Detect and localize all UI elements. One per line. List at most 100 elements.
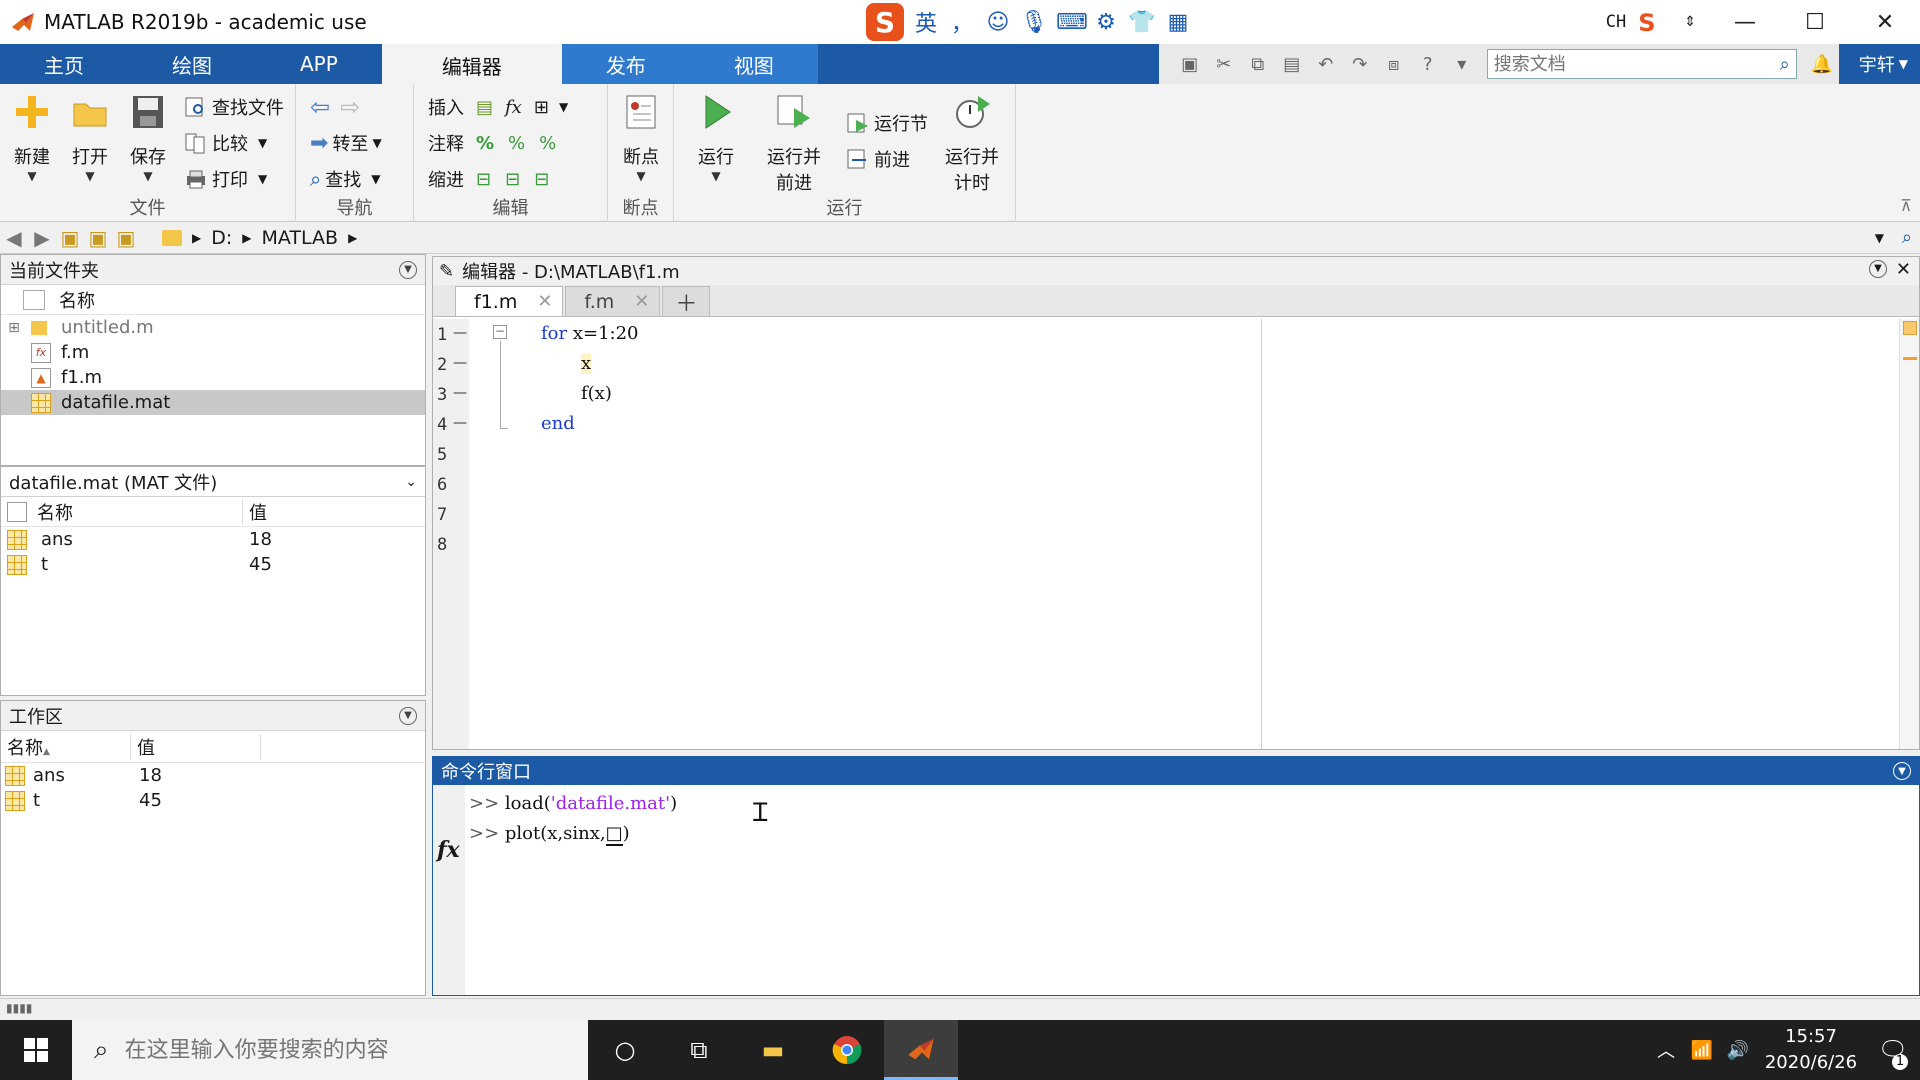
taskbar-search-input[interactable]: [124, 1037, 545, 1063]
redo-icon[interactable]: ↷: [1343, 49, 1377, 79]
quick-save-icon[interactable]: ▣: [1173, 49, 1207, 79]
workspace-var-row[interactable]: ans 18: [1, 763, 425, 788]
file-row-f[interactable]: fx f.m: [1, 340, 425, 365]
run-section-button[interactable]: 运行节: [846, 108, 928, 138]
column-header-name[interactable]: 名称: [37, 498, 243, 525]
forward-arrow-icon[interactable]: ⇨: [340, 93, 360, 121]
column-header-name[interactable]: 名称: [59, 287, 95, 313]
find-files-button[interactable]: 查找文件: [184, 92, 284, 122]
tab-apps[interactable]: APP: [256, 44, 382, 84]
close-button[interactable]: ✕: [1850, 0, 1920, 44]
indent-label[interactable]: 缩进: [428, 166, 464, 192]
maximize-button[interactable]: ☐: [1780, 0, 1850, 44]
ime-lang-toggle[interactable]: 英: [912, 6, 940, 38]
find-button[interactable]: ⌕ 查找 ▼: [310, 164, 380, 194]
cortana-icon[interactable]: ○: [588, 1020, 662, 1080]
user-account-menu[interactable]: 宇轩 ▼: [1838, 44, 1920, 84]
browse-folder-icon[interactable]: ▣: [84, 226, 112, 250]
command-input-line[interactable]: >> plot(x,sinx,□): [469, 823, 630, 846]
tab-close-icon[interactable]: ✕: [634, 291, 649, 312]
ime-punct-toggle[interactable]: ，: [948, 6, 976, 38]
insert-section-icon[interactable]: ▤: [476, 97, 493, 118]
column-header-value[interactable]: 值: [131, 733, 261, 760]
file-explorer-icon[interactable]: ▬: [736, 1020, 810, 1080]
breadcrumb-folder[interactable]: MATLAB: [262, 227, 339, 249]
back-arrow-icon[interactable]: ⇦: [310, 93, 330, 121]
skin-shirt-icon[interactable]: 👕: [1128, 10, 1156, 35]
switch-windows-icon[interactable]: ⧈: [1377, 49, 1411, 79]
fx-icon[interactable]: fx: [505, 97, 522, 118]
search-folder-icon[interactable]: ▣: [112, 226, 140, 250]
editor-close-icon[interactable]: ✕: [1896, 259, 1911, 280]
smart-indent-icon[interactable]: ⊟: [476, 169, 491, 190]
notification-bell-icon[interactable]: 🔔: [1805, 49, 1839, 79]
search-icon[interactable]: ⌕: [1780, 54, 1790, 75]
taskbar-clock[interactable]: 15:57 2020/6/26: [1756, 1024, 1866, 1076]
panel-menu-icon[interactable]: ▼: [399, 260, 417, 279]
uncomment-icon[interactable]: %: [508, 133, 525, 154]
address-dropdown-icon[interactable]: ▼: [1875, 231, 1884, 245]
insert-dropdown-icon[interactable]: ▼: [559, 100, 568, 114]
nav-forward-icon[interactable]: ▶: [28, 226, 56, 250]
nav-back-icon[interactable]: ◀: [0, 226, 28, 250]
column-header-name[interactable]: 名称▲: [1, 733, 131, 760]
run-and-time-button[interactable]: 运行并 计时: [940, 92, 1004, 195]
undo-icon[interactable]: ↶: [1309, 49, 1343, 79]
tab-view[interactable]: 视图: [689, 44, 818, 84]
copy-icon[interactable]: ⧉: [1241, 49, 1275, 79]
print-button[interactable]: 打印 ▼: [184, 164, 267, 194]
wrap-comments-icon[interactable]: %: [539, 133, 556, 154]
editor-tab-f1[interactable]: f1.m ✕: [455, 286, 564, 316]
keyboard-icon[interactable]: ⌨: [1056, 10, 1088, 35]
insert-label[interactable]: 插入: [428, 94, 464, 120]
file-row-f1[interactable]: ▲ f1.m: [1, 365, 425, 390]
grid-menu-icon[interactable]: ▦: [1164, 10, 1192, 35]
breakpoint-dash[interactable]: —: [453, 325, 467, 341]
help-icon[interactable]: ?: [1411, 49, 1445, 79]
details-collapse-icon[interactable]: ⌄: [405, 474, 417, 490]
compare-button[interactable]: 比较 ▼: [184, 128, 267, 158]
tray-lang-indicator[interactable]: CH: [1606, 12, 1626, 32]
wifi-icon[interactable]: 📶: [1684, 1040, 1720, 1061]
task-view-icon[interactable]: ⧉: [662, 1020, 736, 1080]
column-header-value[interactable]: 值: [249, 499, 267, 525]
code-area[interactable]: 1 — 2 — 3 — 4 — 5 6 7 8 − for x=1:20 x f…: [433, 319, 1919, 749]
tray-expand-icon[interactable]: ︿: [1648, 1037, 1684, 1063]
breakpoint-dash[interactable]: —: [453, 415, 467, 431]
tab-publish[interactable]: 发布: [561, 44, 690, 84]
microphone-icon[interactable]: 🎙: [1020, 10, 1048, 35]
editor-vertical-scrollbar[interactable]: [1899, 319, 1919, 749]
user-tools-icon[interactable]: ⚙: [1092, 10, 1120, 35]
fx-icon[interactable]: fx: [437, 837, 460, 863]
windows-start-button[interactable]: [0, 1020, 72, 1080]
new-tab-button[interactable]: ＋: [662, 286, 711, 317]
address-search-icon[interactable]: ⌕: [1902, 227, 1912, 248]
matlab-taskbar-icon[interactable]: [884, 1020, 958, 1080]
comment-label[interactable]: 注释: [428, 130, 464, 156]
collapse-ribbon-icon[interactable]: ⊼: [1900, 196, 1912, 215]
breadcrumb-drive[interactable]: D:: [211, 227, 232, 249]
editor-menu-icon[interactable]: ▼: [1869, 260, 1887, 278]
expand-icon[interactable]: ⊞: [1, 320, 27, 336]
tab-close-icon[interactable]: ✕: [537, 291, 552, 312]
goto-button[interactable]: ➡ 转至 ▼: [310, 128, 382, 158]
open-button[interactable]: 打开 ▼: [62, 92, 118, 183]
file-row-untitled[interactable]: ⊞ untitled.m: [1, 315, 425, 340]
tab-editor[interactable]: 编辑器: [381, 44, 562, 84]
run-button[interactable]: 运行 ▼: [688, 92, 744, 183]
save-button[interactable]: 保存 ▼: [120, 92, 176, 183]
comment-percent-icon[interactable]: %: [476, 133, 494, 154]
details-var-row[interactable]: ans 18: [1, 527, 425, 552]
insert-function-icon[interactable]: ⊞: [534, 97, 549, 118]
code-analyzer-warning-indicator[interactable]: [1902, 321, 1917, 335]
increase-indent-icon[interactable]: ⊟: [505, 169, 520, 190]
warning-marker[interactable]: [1902, 357, 1917, 360]
advance-button[interactable]: 前进: [846, 144, 910, 174]
sogou-tray-icon[interactable]: S: [1638, 9, 1664, 37]
file-row-datafile[interactable]: datafile.mat: [1, 390, 425, 415]
run-and-advance-button[interactable]: 运行并 前进: [762, 92, 826, 195]
panel-menu-icon[interactable]: ▼: [1893, 762, 1911, 780]
workspace-var-row[interactable]: t 45: [1, 788, 425, 813]
new-button[interactable]: 新建 ▼: [4, 92, 60, 183]
emoji-icon[interactable]: ☺: [984, 10, 1012, 35]
